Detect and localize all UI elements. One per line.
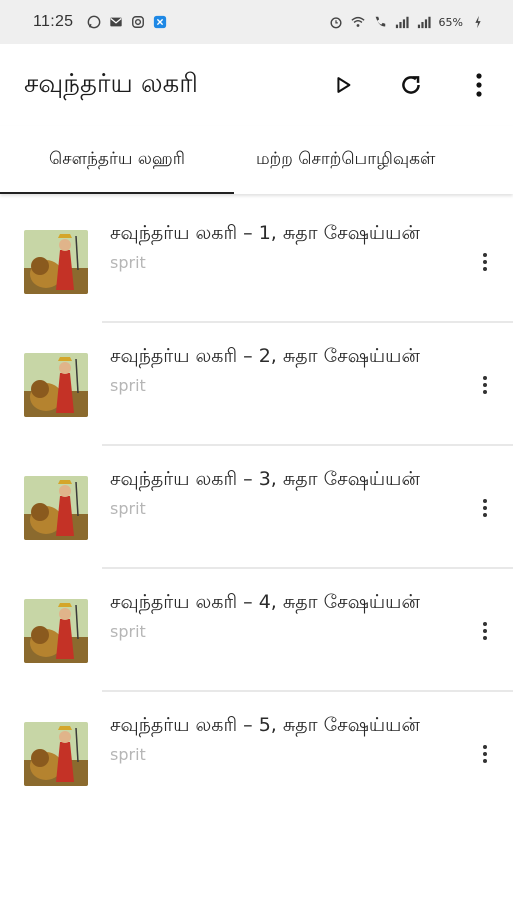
tab-bar: சௌந்தர்ய லஹரி மற்ற சொற்பொழிவுகள் (0, 126, 513, 194)
more-vert-icon (483, 376, 487, 394)
alarm-icon (330, 17, 342, 29)
thumbnail-image (24, 353, 88, 417)
notification-icons (87, 15, 167, 29)
more-vert-icon (483, 499, 487, 517)
item-subtitle: sprit (110, 253, 146, 272)
call-icon (375, 16, 385, 27)
item-more-button[interactable] (473, 613, 497, 649)
item-more-button[interactable] (473, 244, 497, 280)
list-item[interactable]: சவுந்தர்ய லகரி – 2, சுதா சேஷய்யன் sprit (0, 323, 513, 446)
item-more-button[interactable] (473, 736, 497, 772)
refresh-button[interactable] (393, 67, 429, 103)
thumbnail-image (24, 230, 88, 294)
system-icons: 65% (329, 15, 485, 29)
signal-icon (395, 16, 409, 29)
play-icon (337, 77, 351, 93)
more-vert-icon (483, 622, 487, 640)
item-more-button[interactable] (473, 490, 497, 526)
list-item[interactable]: சவுந்தர்ய லகரி – 3, சுதா சேஷய்யன் sprit (0, 446, 513, 569)
item-title: சவுந்தர்ய லகரி – 5, சுதா சேஷய்யன் (110, 714, 420, 736)
item-title: சவுந்தர்ய லகரி – 1, சுதா சேஷய்யன் (110, 222, 420, 244)
item-more-button[interactable] (473, 367, 497, 403)
play-button[interactable] (325, 67, 361, 103)
thumbnail-image (24, 722, 88, 786)
battery-icon (475, 15, 481, 29)
more-vert-icon (483, 253, 487, 271)
item-title: சவுந்தர்ய லகரி – 4, சுதா சேஷய்யன் (110, 591, 420, 613)
item-subtitle: sprit (110, 745, 146, 764)
tab-other-lectures[interactable]: மற்ற சொற்பொழிவுகள் (234, 126, 435, 194)
signal-icon (417, 16, 431, 29)
refresh-icon (402, 76, 420, 94)
battery-percent: 65% (438, 15, 463, 29)
thumbnail-image (24, 599, 88, 663)
thumbnail-image (24, 476, 88, 540)
more-options-button[interactable] (461, 67, 497, 103)
app-title: சவுந்தர்ய லகரி (24, 68, 198, 99)
list-item[interactable]: சவுந்தர்ய லகரி – 1, சுதா சேஷய்யன் sprit (0, 200, 513, 323)
tab-label: சௌந்தர்ய லஹரி (48, 149, 185, 169)
item-subtitle: sprit (110, 376, 146, 395)
item-title: சவுந்தர்ய லகரி – 2, சுதா சேஷய்யன் (110, 345, 420, 367)
list-item[interactable]: சவுந்தர்ய லகரி – 5, சுதா சேஷய்யன் sprit (0, 692, 513, 815)
item-title: சவுந்தர்ய லகரி – 3, சுதா சேஷய்யன் (110, 468, 420, 490)
instagram-icon (132, 16, 145, 28)
status-time: 11:25 (33, 13, 74, 30)
app-bar: சவுந்தர்ய லகரி (0, 44, 513, 126)
tab-soundarya-lahari[interactable]: சௌந்தர்ய லஹரி (0, 126, 234, 194)
episode-list: சவுந்தர்ய லகரி – 1, சுதா சேஷய்யன் sprit … (0, 200, 513, 815)
app-icon (154, 15, 167, 29)
wifi-icon (350, 16, 365, 27)
tab-label: மற்ற சொற்பொழிவுகள் (256, 149, 436, 169)
status-bar: 11:25 65% (0, 0, 513, 44)
item-subtitle: sprit (110, 499, 146, 518)
more-vert-icon (483, 745, 487, 763)
whatsapp-icon (87, 15, 101, 29)
more-vert-icon (476, 73, 482, 97)
item-subtitle: sprit (110, 622, 146, 641)
list-item[interactable]: சவுந்தர்ய லகரி – 4, சுதா சேஷய்யன் sprit (0, 569, 513, 692)
mail-icon (110, 17, 123, 27)
